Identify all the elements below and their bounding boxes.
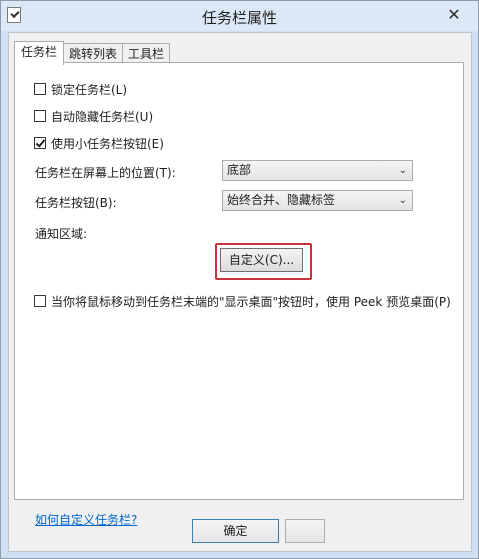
peek-checkbox[interactable] — [34, 295, 46, 307]
chevron-down-icon: ⌄ — [398, 195, 407, 206]
auto-hide-checkbox[interactable] — [34, 110, 46, 122]
notification-area-label: 通知区域: — [35, 227, 88, 241]
lock-taskbar-option[interactable]: 锁定任务栏(L) — [34, 81, 127, 97]
tab-jump-lists[interactable]: 跳转列表 — [63, 43, 124, 64]
lock-taskbar-label: 锁定任务栏(L) — [51, 82, 128, 97]
tab-toolbars[interactable]: 工具栏 — [122, 43, 171, 64]
window-title: 任务栏属性 — [201, 9, 277, 27]
tab-strip: 任务栏 跳转列表 工具栏 — [14, 41, 171, 65]
buttons-combine-select[interactable]: 始终合并、隐藏标签 ⌄ — [222, 190, 413, 211]
close-icon: ✕ — [447, 5, 461, 24]
help-link[interactable]: 如何自定义任务栏? — [35, 511, 137, 528]
auto-hide-label: 自动隐藏任务栏(U) — [51, 109, 154, 124]
small-buttons-option[interactable]: 使用小任务栏按钮(E) — [34, 135, 164, 151]
small-buttons-checkbox[interactable] — [34, 137, 46, 149]
small-buttons-label: 使用小任务栏按钮(E) — [51, 136, 164, 151]
taskbar-properties-window: 任务栏属性 ✕ 任务栏 跳转列表 工具栏 锁定任务栏(L) 自动隐藏任务栏(U)… — [0, 0, 479, 559]
lock-taskbar-checkbox[interactable] — [34, 83, 46, 95]
peek-option[interactable]: 当你将鼠标移动到任务栏末端的"显示桌面"按钮时，使用 Peek 预览桌面(P) — [34, 293, 451, 310]
peek-label: 当你将鼠标移动到任务栏末端的"显示桌面"按钮时，使用 Peek 预览桌面(P) — [51, 295, 451, 309]
location-label: 任务栏在屏幕上的位置(T): — [35, 166, 176, 180]
dialog-client-area: 任务栏 跳转列表 工具栏 锁定任务栏(L) 自动隐藏任务栏(U) 使用小任务栏按… — [8, 32, 472, 552]
cancel-button[interactable] — [285, 519, 325, 543]
title-bar[interactable]: 任务栏属性 ✕ — [1, 1, 478, 31]
close-button[interactable]: ✕ — [440, 5, 468, 25]
ok-button[interactable]: 确定 — [192, 519, 279, 543]
tab-taskbar[interactable]: 任务栏 — [14, 41, 65, 65]
location-value: 底部 — [227, 163, 252, 177]
location-select[interactable]: 底部 ⌄ — [222, 160, 413, 181]
buttons-combine-label: 任务栏按钮(B): — [35, 196, 117, 210]
chevron-down-icon: ⌄ — [398, 165, 407, 176]
customize-button[interactable]: 自定义(C)... — [220, 248, 303, 272]
auto-hide-option[interactable]: 自动隐藏任务栏(U) — [34, 108, 153, 124]
taskbar-tab-panel: 锁定任务栏(L) 自动隐藏任务栏(U) 使用小任务栏按钮(E) 任务栏在屏幕上的… — [14, 62, 464, 527]
buttons-combine-value: 始终合并、隐藏标签 — [227, 193, 336, 207]
